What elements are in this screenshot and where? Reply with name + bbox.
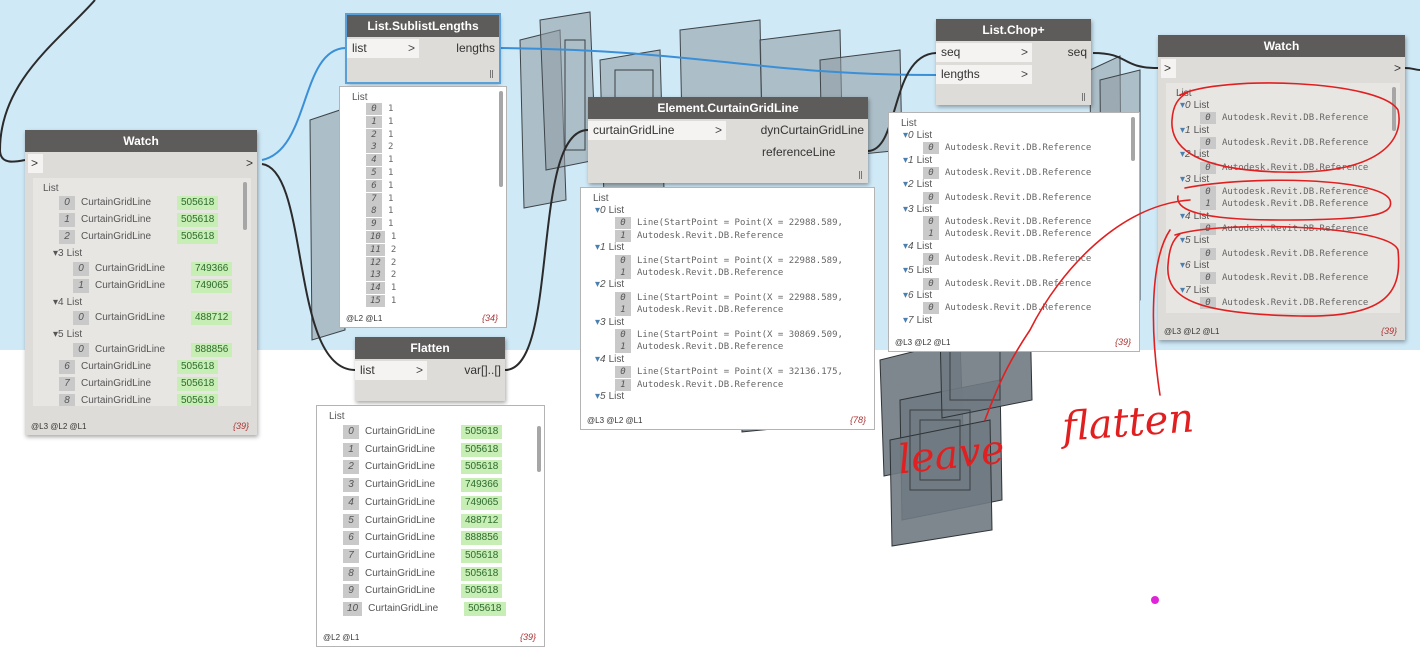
annotation-circle-top xyxy=(1171,82,1400,173)
annotation-flatten-text: flatten xyxy=(1060,395,1196,451)
dynamo-canvas[interactable]: Watch > > List 0 CurtainGridLine 505618 1 Cu… xyxy=(0,0,1420,662)
annotation-circle-middle xyxy=(1177,179,1392,221)
annotation-arrow-flatten xyxy=(1152,229,1171,396)
annotation-circle-bottom xyxy=(1167,225,1400,317)
annotation-layer xyxy=(984,82,1400,421)
cursor-dot xyxy=(1151,596,1159,604)
